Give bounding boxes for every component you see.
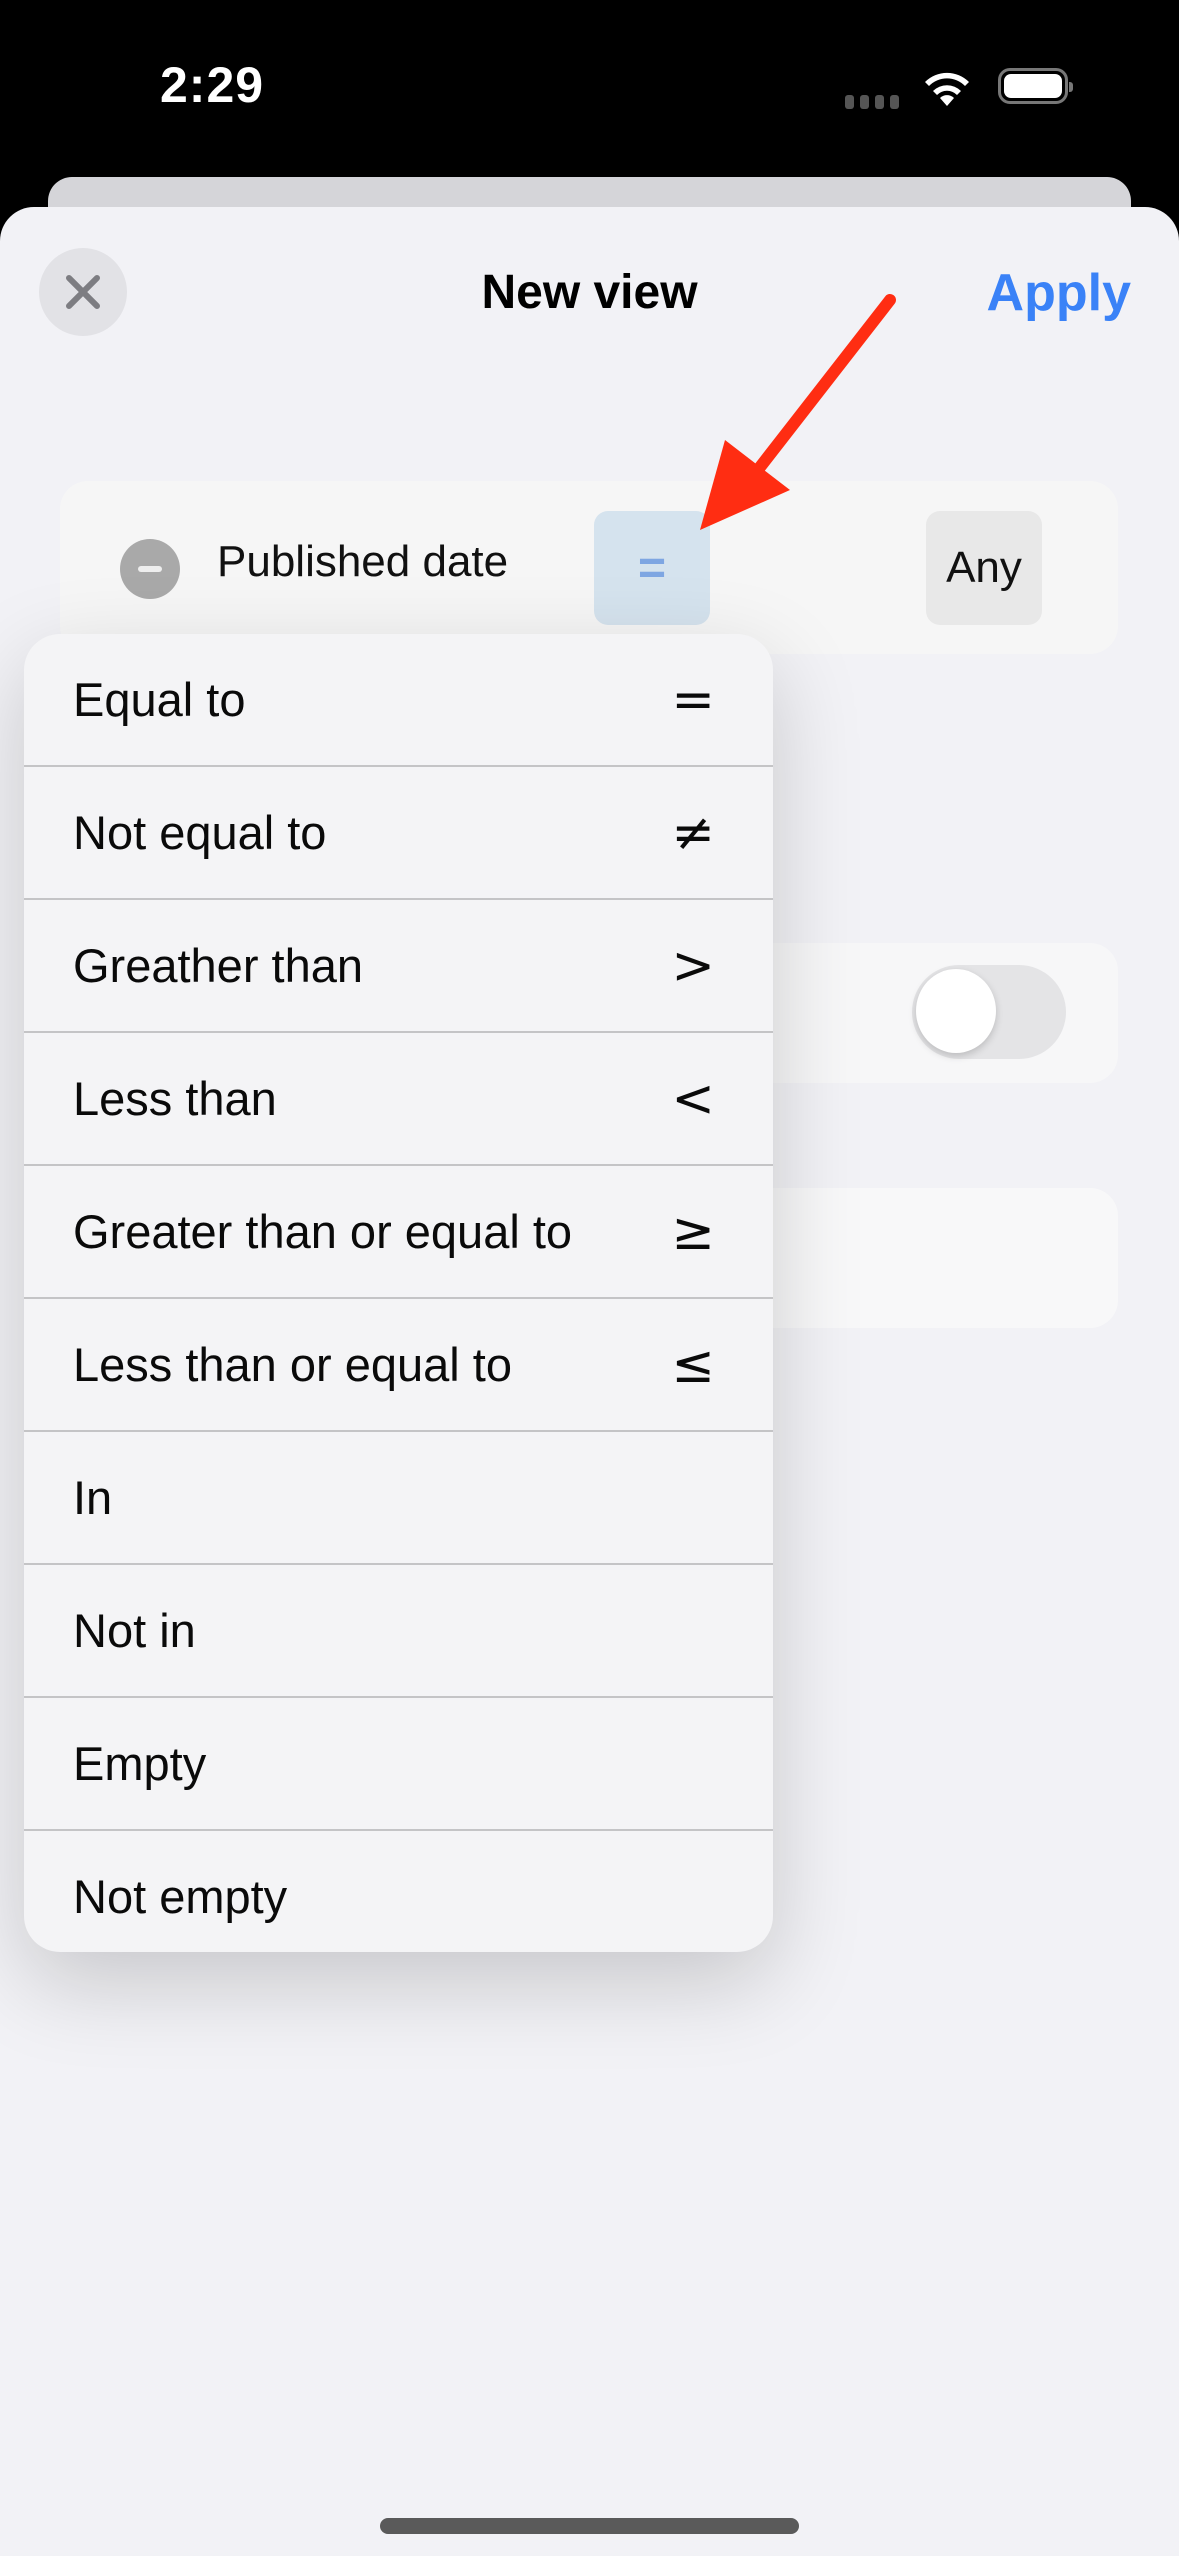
annotation-arrow-icon	[700, 294, 896, 530]
less-than-icon: <	[671, 1068, 715, 1129]
menu-item-label: Not equal to	[73, 806, 327, 859]
operator-menu: Equal to = Not equal to ≠ Greather than …	[24, 634, 773, 1952]
menu-item-not-equal-to[interactable]: Not equal to ≠	[24, 767, 773, 900]
menu-item-empty[interactable]: Empty	[24, 1698, 773, 1831]
greater-than-icon: >	[671, 935, 715, 996]
menu-item-greater-than-or-equal[interactable]: Greater than or equal to ≥	[24, 1166, 773, 1299]
filter-field-label: Published date	[217, 537, 509, 586]
menu-item-greater-than[interactable]: Greather than >	[24, 900, 773, 1033]
menu-item-in[interactable]: In	[24, 1432, 773, 1565]
menu-item-label: Not in	[73, 1604, 196, 1657]
menu-item-label: Less than or equal to	[73, 1338, 512, 1391]
toggle-switch[interactable]	[912, 965, 1066, 1059]
menu-item-not-empty[interactable]: Not empty	[24, 1831, 773, 1952]
not-equal-icon: ≠	[671, 802, 715, 863]
equals-icon: =	[671, 669, 715, 730]
battery-icon	[998, 68, 1073, 104]
status-time: 2:29	[160, 57, 265, 113]
menu-item-label: Equal to	[73, 673, 246, 726]
menu-item-label: Not empty	[73, 1870, 288, 1923]
apply-button[interactable]: Apply	[987, 263, 1131, 323]
greater-equal-icon: ≥	[671, 1201, 715, 1262]
menu-item-not-in[interactable]: Not in	[24, 1565, 773, 1698]
menu-item-label: Less than	[73, 1072, 277, 1125]
less-equal-icon: ≤	[671, 1334, 715, 1395]
menu-item-label: Greather than	[73, 939, 364, 992]
menu-item-label: Greater than or equal to	[73, 1205, 573, 1258]
cellular-signal-icon	[845, 95, 899, 109]
menu-item-label: Empty	[73, 1737, 207, 1790]
home-indicator[interactable]	[380, 2518, 799, 2534]
remove-filter-icon[interactable]	[120, 539, 180, 599]
menu-item-less-than[interactable]: Less than <	[24, 1033, 773, 1166]
value-button[interactable]: Any	[926, 511, 1042, 625]
new-view-sheet: New view Apply Published date = Any Equa…	[0, 207, 1179, 2556]
toggle-knob	[916, 969, 996, 1053]
wifi-icon	[925, 72, 969, 106]
status-bar: 2:29	[0, 0, 1179, 170]
menu-item-label: In	[73, 1471, 113, 1524]
menu-item-equal-to[interactable]: Equal to =	[24, 634, 773, 767]
filter-row: Published date = Any	[60, 481, 1118, 654]
menu-item-less-than-or-equal[interactable]: Less than or equal to ≤	[24, 1299, 773, 1432]
